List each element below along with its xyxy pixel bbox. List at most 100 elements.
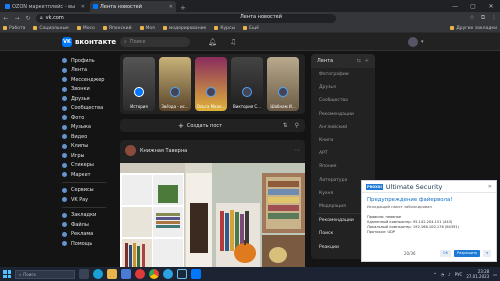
firewall-header: PROXXI Ultimate Security ✕ [362, 181, 496, 193]
star-icon[interactable]: ☆ [469, 14, 475, 22]
new-tab-icon[interactable]: + [176, 4, 190, 12]
story-card[interactable]: Шабнам И... [267, 57, 299, 111]
bookmark-item[interactable]: Моcо [76, 26, 95, 31]
bookshelf-photo-icon [120, 163, 305, 281]
add-icon[interactable]: + [365, 58, 369, 64]
feed-filter-item[interactable]: Рекомендации [311, 108, 375, 121]
reload-icon[interactable]: ↻ [25, 15, 31, 22]
browser-tab[interactable]: OZON маркетплейс - вы ✕ [2, 1, 88, 12]
avatar[interactable] [125, 145, 136, 156]
vk-app-icon[interactable] [191, 269, 201, 279]
menu-item-music[interactable]: Музыка [62, 123, 114, 133]
chrome-icon[interactable] [149, 269, 159, 279]
bookmark-item[interactable]: модерирование [162, 26, 206, 31]
allow-button[interactable]: Разрешить [454, 249, 481, 257]
story-card[interactable]: Ольга Мало... [195, 57, 227, 111]
search-icon: ⌕ [19, 271, 22, 277]
task-view-icon[interactable] [79, 269, 89, 279]
bookmark-item[interactable]: Социальные [33, 26, 69, 31]
search-input[interactable]: ⌕ Поиск [120, 37, 190, 47]
bell-icon[interactable]: 🔔︎ [208, 38, 217, 46]
menu-item-feed[interactable]: Лента [62, 66, 114, 76]
sort-icon[interactable]: ⇅ [283, 122, 288, 129]
more-icon[interactable]: ⋯ [294, 147, 300, 154]
menu-item-photos[interactable]: Фото [62, 113, 114, 123]
story-card[interactable]: История [123, 57, 155, 111]
settings-icon[interactable]: ⇆ [357, 58, 361, 64]
bookmark-item[interactable]: Моя [139, 26, 155, 31]
menu-item-bookmarks[interactable]: Закладки [62, 211, 114, 221]
left-menu: Профиль Лента Мессенджер Звонки Друзья С… [62, 56, 114, 249]
filter-icon[interactable]: ⚲ [295, 122, 299, 129]
vk-logo[interactable]: VK вконтакте [62, 37, 116, 47]
menu-item-communities[interactable]: Сообщества [62, 104, 114, 114]
menu-icon[interactable]: ⋮ [491, 14, 497, 22]
volume-icon[interactable]: ♪ [448, 272, 451, 277]
story-card[interactable]: Виктория С... [231, 57, 263, 111]
menu-item-files[interactable]: Файлы [62, 220, 114, 230]
menu-item-games[interactable]: Игры [62, 151, 114, 161]
yandex-browser-icon[interactable] [135, 269, 145, 279]
chevron-down-icon[interactable]: ▾ [421, 39, 424, 45]
menu-item-friends[interactable]: Друзья [62, 94, 114, 104]
forward-icon[interactable]: → [14, 15, 20, 22]
feed-filter-item[interactable]: Япония [311, 160, 375, 173]
more-options-button[interactable]: ▾ [483, 249, 491, 257]
post-author[interactable]: Книжная Таверна [140, 148, 187, 154]
edge-icon[interactable] [93, 269, 103, 279]
create-post-button[interactable]: + Создать пост [178, 122, 222, 130]
bookmark-item[interactable]: Курсы [214, 26, 235, 31]
bookmark-item[interactable]: Ещё [243, 26, 259, 31]
close-icon[interactable]: ✕ [81, 4, 85, 10]
menu-item-market[interactable]: Маркет [62, 170, 114, 180]
menu-item-video[interactable]: Видео [62, 132, 114, 142]
minimize-icon[interactable]: — [446, 3, 464, 10]
menu-item-help[interactable]: Помощь [62, 239, 114, 249]
browser-tab-active[interactable]: Лента новостей ✕ [90, 1, 176, 12]
extensions-icon[interactable]: ⧉ [480, 14, 486, 22]
bookmark-item[interactable]: Японский [102, 26, 132, 31]
music-icon[interactable]: ♫ [230, 38, 236, 46]
feed-filter-item[interactable]: АРТ [311, 147, 375, 160]
feed-filter-item[interactable]: Фотографии [311, 68, 375, 81]
close-icon[interactable]: ✕ [488, 184, 492, 190]
menu-item-profile[interactable]: Профиль [62, 56, 114, 66]
ok-button[interactable]: ОК [439, 249, 452, 257]
story-card[interactable]: Звёзда · ис... [159, 57, 191, 111]
close-window-icon[interactable]: ✕ [482, 3, 500, 10]
windows-start-icon[interactable] [3, 270, 11, 278]
menu-item-ads[interactable]: Реклама [62, 230, 114, 240]
steam-icon[interactable] [177, 269, 187, 279]
network-icon[interactable]: ◔ [441, 272, 445, 277]
tray-chevron-icon[interactable]: ^ [433, 272, 436, 277]
menu-item-messenger[interactable]: Мессенджер [62, 75, 114, 85]
clock[interactable]: 23:28 27.01.2023 [466, 269, 489, 279]
menu-item-clips[interactable]: Клипы [62, 142, 114, 152]
feed-filter-item[interactable]: Книги [311, 134, 375, 147]
close-icon[interactable]: ✕ [169, 4, 173, 10]
back-icon[interactable]: ← [3, 15, 9, 22]
menu-item-stickers[interactable]: Стикеры [62, 161, 114, 171]
feed-panel-actions: ⇆ + [357, 58, 369, 64]
telegram-icon[interactable] [163, 269, 173, 279]
post-image[interactable] [120, 163, 305, 281]
add-story-icon [134, 87, 144, 97]
notifications-icon[interactable]: ▭ [493, 272, 497, 277]
bookmarks-bar: Работа Социальные Моcо Японский Моя моде… [0, 24, 500, 33]
feed-filter-item[interactable]: Сообщества [311, 94, 375, 107]
bookmark-item[interactable]: Работа [3, 26, 25, 31]
maximize-icon[interactable]: ▢ [464, 3, 482, 10]
store-icon[interactable] [121, 269, 131, 279]
menu-item-services[interactable]: Сервисы [62, 186, 114, 196]
taskbar-search[interactable]: ⌕ Поиск [15, 269, 75, 279]
language-indicator[interactable]: РУС [455, 272, 463, 277]
feed-filter-item[interactable]: Английский [311, 121, 375, 134]
avatar[interactable] [408, 37, 418, 47]
menu-item-calls[interactable]: Звонки [62, 85, 114, 95]
other-bookmarks[interactable]: Другие закладки [450, 26, 497, 31]
feed-panel-header[interactable]: Лента ⇆ + [311, 54, 375, 68]
address-bar[interactable]: 🔒︎ vk.com [36, 13, 336, 23]
file-explorer-icon[interactable] [107, 269, 117, 279]
feed-filter-item[interactable]: Друзья [311, 81, 375, 94]
menu-item-vkpay[interactable]: VK Pay [62, 195, 114, 205]
